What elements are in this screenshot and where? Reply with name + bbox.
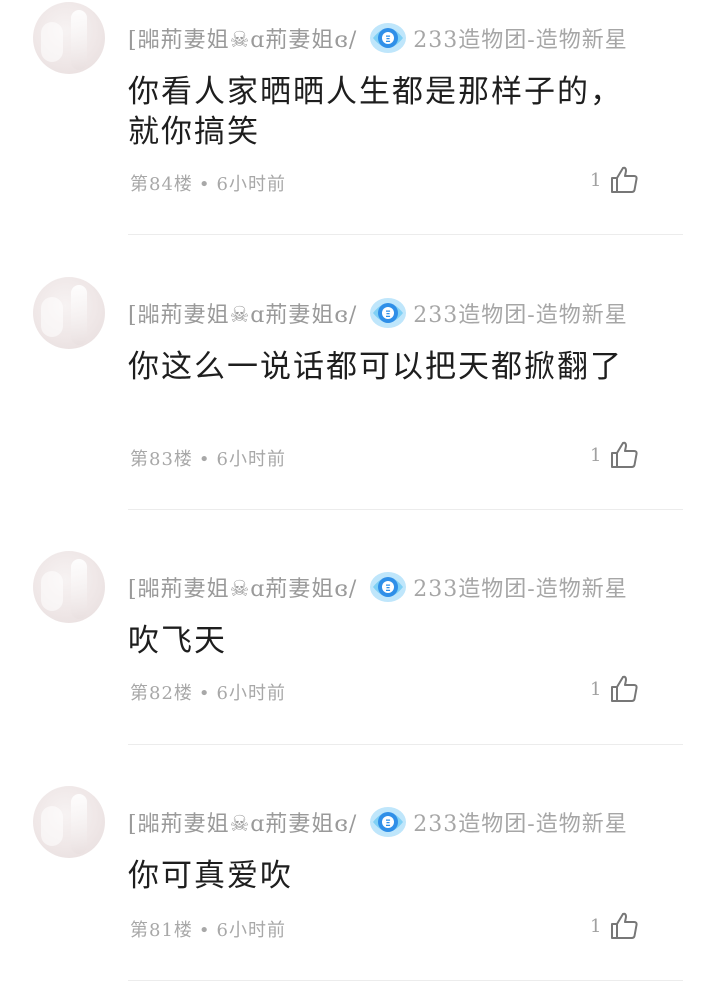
divider — [128, 509, 683, 510]
like-count: 1 — [590, 444, 602, 466]
like-button[interactable]: 1 — [590, 162, 639, 198]
comment-item: [嘂荊妻姐☠ɑ荊妻姐ɞ/ Ξ 233造物团-造物新星 你这么一说话都可以把天都掀… — [0, 277, 716, 510]
svg-text:Ξ: Ξ — [385, 310, 391, 320]
username[interactable]: [嘂荊妻姐☠ɑ荊妻姐ɞ/ — [128, 571, 357, 603]
timestamp: 6小时前 — [216, 449, 286, 470]
username[interactable]: [嘂荊妻姐☠ɑ荊妻姐ɞ/ — [128, 806, 357, 838]
floor-number: 第84楼 — [130, 174, 193, 195]
svg-text:Ξ: Ξ — [385, 35, 391, 45]
creator-badge-icon: Ξ — [369, 570, 407, 604]
avatar[interactable] — [33, 551, 105, 623]
thumbs-up-icon — [611, 166, 639, 193]
creator-badge-icon: Ξ — [369, 21, 407, 55]
divider — [128, 980, 683, 981]
timestamp: 6小时前 — [216, 174, 286, 195]
like-button[interactable]: 1 — [590, 908, 639, 944]
username[interactable]: [嘂荊妻姐☠ɑ荊妻姐ɞ/ — [128, 297, 357, 329]
like-count: 1 — [590, 169, 602, 191]
comment-content: 你看人家晒晒人生都是那样子的，就你搞笑 — [128, 74, 623, 150]
separator-dot: • — [198, 174, 211, 195]
creator-badge-icon: Ξ — [369, 805, 407, 839]
comment-meta: 第84楼 • 6小时前 — [130, 170, 286, 196]
divider — [128, 234, 683, 235]
like-button[interactable]: 1 — [590, 671, 639, 707]
like-count: 1 — [590, 678, 602, 700]
comment-content: 你可真爱吹 — [128, 858, 293, 894]
like-button[interactable]: 1 — [590, 437, 639, 473]
comment-header: [嘂荊妻姐☠ɑ荊妻姐ɞ/ Ξ 233造物团-造物新星 — [128, 569, 628, 605]
comment-item: [嘂荊妻姐☠ɑ荊妻姐ɞ/ Ξ 233造物团-造物新星 你可真爱吹 第81楼 • 6小… — [0, 786, 716, 982]
thumbs-up-icon — [611, 675, 639, 702]
timestamp: 6小时前 — [216, 683, 286, 704]
comment-content: 你这么一说话都可以把天都掀翻了 — [128, 349, 623, 385]
username[interactable]: [嘂荊妻姐☠ɑ荊妻姐ɞ/ — [128, 22, 357, 54]
floor-number: 第82楼 — [130, 683, 193, 704]
thumbs-up-icon — [611, 441, 639, 468]
comment-meta: 第83楼 • 6小时前 — [130, 445, 286, 471]
creator-badge-icon: Ξ — [369, 296, 407, 330]
comment-item: [嘂荊妻姐☠ɑ荊妻姐ɞ/ Ξ 233造物团-造物新星 你看人家晒晒人生都是那样子… — [0, 2, 716, 235]
like-count: 1 — [590, 915, 602, 937]
timestamp: 6小时前 — [216, 920, 286, 941]
svg-text:Ξ: Ξ — [385, 584, 391, 594]
separator-dot: • — [198, 683, 211, 704]
thumbs-up-icon — [611, 912, 639, 939]
group-name: 233造物团-造物新星 — [413, 303, 628, 328]
separator-dot: • — [198, 920, 211, 941]
floor-number: 第81楼 — [130, 920, 193, 941]
floor-number: 第83楼 — [130, 449, 193, 470]
svg-text:Ξ: Ξ — [385, 819, 391, 829]
divider — [128, 744, 683, 745]
group-name: 233造物团-造物新星 — [413, 812, 628, 837]
comment-header: [嘂荊妻姐☠ɑ荊妻姐ɞ/ Ξ 233造物团-造物新星 — [128, 804, 628, 840]
comment-content: 吹飞天 — [128, 623, 227, 659]
avatar[interactable] — [33, 2, 105, 74]
comment-item: [嘂荊妻姐☠ɑ荊妻姐ɞ/ Ξ 233造物团-造物新星 吹飞天 第82楼 • 6小时前… — [0, 551, 716, 745]
group-name: 233造物团-造物新星 — [413, 28, 628, 53]
group-name: 233造物团-造物新星 — [413, 577, 628, 602]
comment-meta: 第82楼 • 6小时前 — [130, 679, 286, 705]
comment-meta: 第81楼 • 6小时前 — [130, 916, 286, 942]
avatar[interactable] — [33, 786, 105, 858]
avatar[interactable] — [33, 277, 105, 349]
comment-header: [嘂荊妻姐☠ɑ荊妻姐ɞ/ Ξ 233造物团-造物新星 — [128, 295, 628, 331]
comment-header: [嘂荊妻姐☠ɑ荊妻姐ɞ/ Ξ 233造物团-造物新星 — [128, 20, 628, 56]
separator-dot: • — [198, 449, 211, 470]
